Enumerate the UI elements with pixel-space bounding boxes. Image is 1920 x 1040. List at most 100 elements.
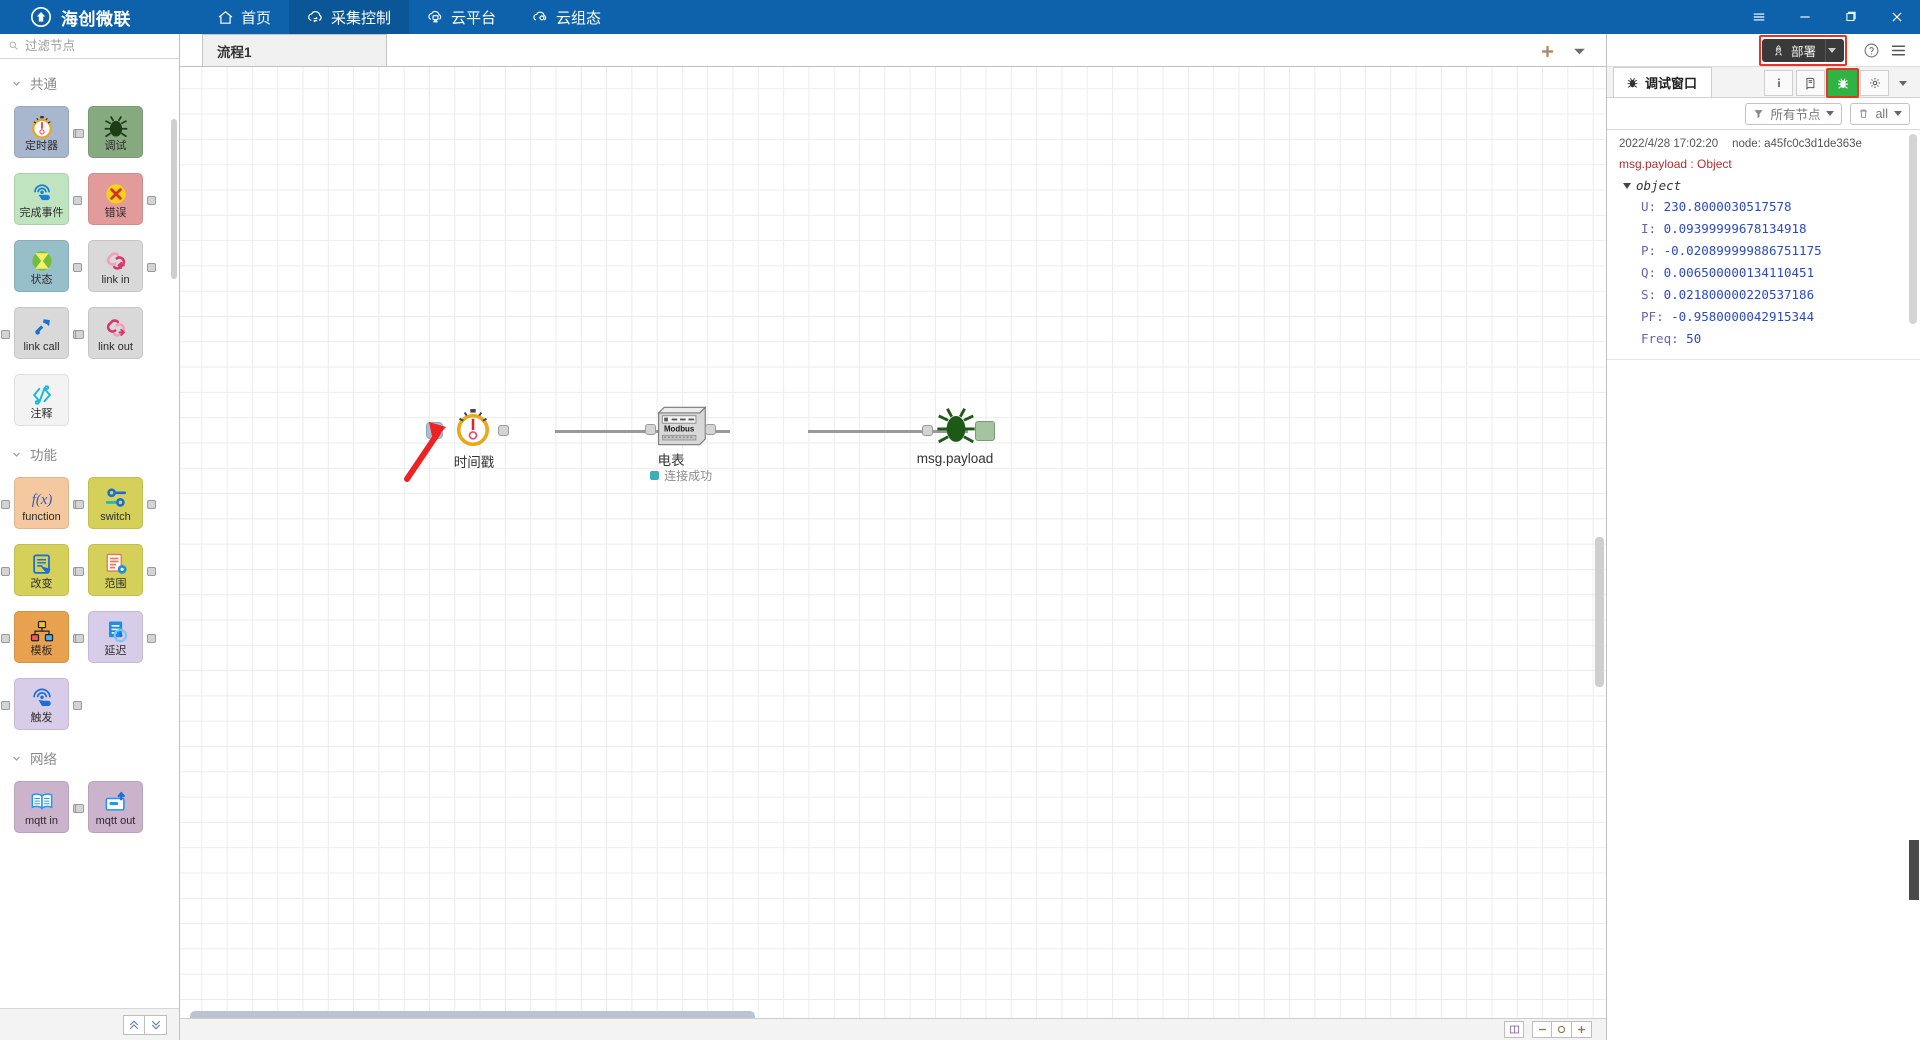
palette-grid-function: f(x) function switch 改变 范围 模板 延迟 触发 — [0, 472, 179, 740]
palette-node-link-in[interactable]: link in — [88, 240, 156, 292]
palette-node-change[interactable]: 改变 — [1, 544, 82, 596]
close-button[interactable] — [1874, 0, 1920, 34]
node-output-port[interactable] — [73, 263, 82, 272]
property-value: 50 — [1686, 331, 1702, 346]
trash-icon — [1860, 109, 1868, 118]
info-tab-button[interactable] — [1764, 70, 1793, 96]
palette-node-switch[interactable]: switch — [75, 477, 156, 529]
node-input-port[interactable] — [75, 330, 84, 339]
palette-node-complete[interactable]: 完成事件 — [14, 173, 82, 225]
deploy-dropdown-button[interactable] — [1825, 38, 1844, 62]
zoom-out-button[interactable] — [1532, 1021, 1552, 1038]
chevron-down-icon — [13, 81, 20, 86]
palette-category-common[interactable]: 共通 — [0, 65, 179, 101]
property-value: -0.9580000042915344 — [1671, 309, 1815, 324]
debug-message-list[interactable]: 2022/4/28 17:02:20 node: a45fc0c3d1de363… — [1607, 130, 1920, 1040]
sidebar-menu-button[interactable] — [1885, 37, 1912, 64]
palette-node-delay[interactable]: 延迟 — [75, 611, 156, 663]
node-filter-dropdown[interactable]: 所有节点 — [1745, 102, 1843, 125]
mqtt-in-icon — [27, 787, 57, 817]
sidebar-resize-handle[interactable] — [1909, 840, 1919, 900]
palette-category-function[interactable]: 功能 — [0, 436, 179, 472]
node-input-port[interactable] — [1, 330, 10, 339]
nav-item-acquisition[interactable]: 采集控制 — [289, 0, 410, 34]
palette-node-mqtt-out[interactable]: mqtt out — [75, 781, 143, 833]
deploy-button[interactable]: 部署 — [1761, 38, 1844, 62]
debug-root-label: object — [1636, 178, 1682, 193]
nav-label: 首页 — [241, 9, 272, 27]
debug-message[interactable]: 2022/4/28 17:02:20 node: a45fc0c3d1de363… — [1607, 130, 1920, 360]
canvas-node-meter[interactable]: Modbus 电表 连接成功 — [645, 401, 716, 483]
node-output-port[interactable] — [73, 196, 82, 205]
debug-panel-tab[interactable]: 调试窗口 — [1613, 67, 1713, 97]
node-input-port[interactable] — [75, 804, 84, 813]
node-input-port[interactable] — [75, 634, 84, 643]
nav-label: 云平台 — [451, 9, 497, 27]
node-input-port[interactable] — [75, 500, 84, 509]
canvas-node-debug[interactable]: msg.payload — [917, 403, 995, 466]
view-navigator-button[interactable] — [1504, 1021, 1524, 1038]
palette-search[interactable] — [0, 34, 179, 59]
expand-all-button[interactable] — [145, 1014, 167, 1035]
palette-category-network[interactable]: 网络 — [0, 740, 179, 776]
clear-debug-dropdown[interactable]: all — [1850, 102, 1910, 125]
palette-node-mqtt-in[interactable]: mqtt in — [14, 781, 82, 833]
add-flow-button[interactable] — [1540, 44, 1555, 59]
palette-node-comment[interactable]: 注释 — [14, 374, 69, 426]
search-input[interactable] — [25, 39, 171, 53]
node-output-port[interactable] — [147, 634, 156, 643]
palette-node-function[interactable]: f(x) function — [1, 477, 82, 529]
chevron-down-icon — [1894, 111, 1902, 116]
node-output-port[interactable] — [147, 196, 156, 205]
flow-canvas[interactable]: 时间戳 Modbus 电表 连接成功 msg.payload — [180, 67, 1606, 1022]
help-tab-button[interactable] — [1796, 70, 1825, 96]
palette-node-range[interactable]: 范围 — [75, 544, 156, 596]
palette-node-link-call[interactable]: link call — [1, 307, 82, 359]
navigator-icon — [1509, 1025, 1519, 1034]
help-button[interactable] — [1858, 37, 1885, 64]
maximize-button[interactable] — [1828, 0, 1874, 34]
node-input-port[interactable] — [1, 701, 10, 710]
deploy-control: 部署 — [1758, 34, 1847, 66]
palette-node-debug[interactable]: 调试 — [75, 106, 143, 158]
node-output-port[interactable] — [73, 701, 82, 710]
app-menu-button[interactable] — [1736, 0, 1782, 34]
nav-item-cloud-scada[interactable]: 云组态 — [514, 0, 619, 34]
debug-node-id[interactable]: node: a45fc0c3d1de363e — [1732, 138, 1862, 150]
zoom-reset-button[interactable] — [1552, 1021, 1572, 1038]
palette-node-template[interactable]: 模板 — [1, 611, 82, 663]
palette-node-status[interactable]: 状态 — [14, 240, 82, 292]
node-output-port[interactable] — [705, 424, 716, 435]
canvas-vertical-scrollbar[interactable] — [1595, 537, 1604, 687]
node-input-port[interactable] — [1, 567, 10, 576]
debug-tab-button[interactable] — [1826, 68, 1859, 98]
flow-tab-1[interactable]: 流程1 — [202, 34, 387, 66]
palette-node-error[interactable]: 错误 — [88, 173, 156, 225]
deploy-main[interactable]: 部署 — [1762, 41, 1825, 60]
minimize-button[interactable] — [1782, 0, 1828, 34]
collapse-all-button[interactable] — [123, 1014, 145, 1035]
node-input-port[interactable] — [645, 424, 656, 435]
range-icon — [101, 550, 131, 580]
nav-item-cloud-platform[interactable]: 云平台 — [409, 0, 514, 34]
debug-object-root[interactable]: object — [1623, 178, 1908, 193]
node-input-port[interactable] — [75, 129, 84, 138]
node-output-port[interactable] — [147, 500, 156, 509]
palette-scrollbar[interactable] — [171, 119, 177, 279]
flow-tab-menu-button[interactable] — [1573, 47, 1586, 56]
config-tab-button[interactable] — [1860, 70, 1889, 96]
node-input-port[interactable] — [1, 634, 10, 643]
node-output-port[interactable] — [498, 425, 509, 436]
more-tabs-button[interactable] — [1892, 70, 1914, 96]
node-input-port[interactable] — [1, 500, 10, 509]
zoom-in-button[interactable] — [1572, 1021, 1592, 1038]
debug-scrollbar[interactable] — [1909, 134, 1917, 324]
palette-node-link-out[interactable]: link out — [75, 307, 143, 359]
node-input-port[interactable] — [75, 567, 84, 576]
palette-node-timer[interactable]: 定时器 — [14, 106, 82, 158]
node-output-port[interactable] — [147, 567, 156, 576]
palette-node-trigger[interactable]: 触发 — [1, 678, 82, 730]
nav-item-home[interactable]: 首页 — [199, 0, 289, 34]
node-output-port[interactable] — [147, 263, 156, 272]
node-input-port[interactable] — [922, 425, 933, 436]
